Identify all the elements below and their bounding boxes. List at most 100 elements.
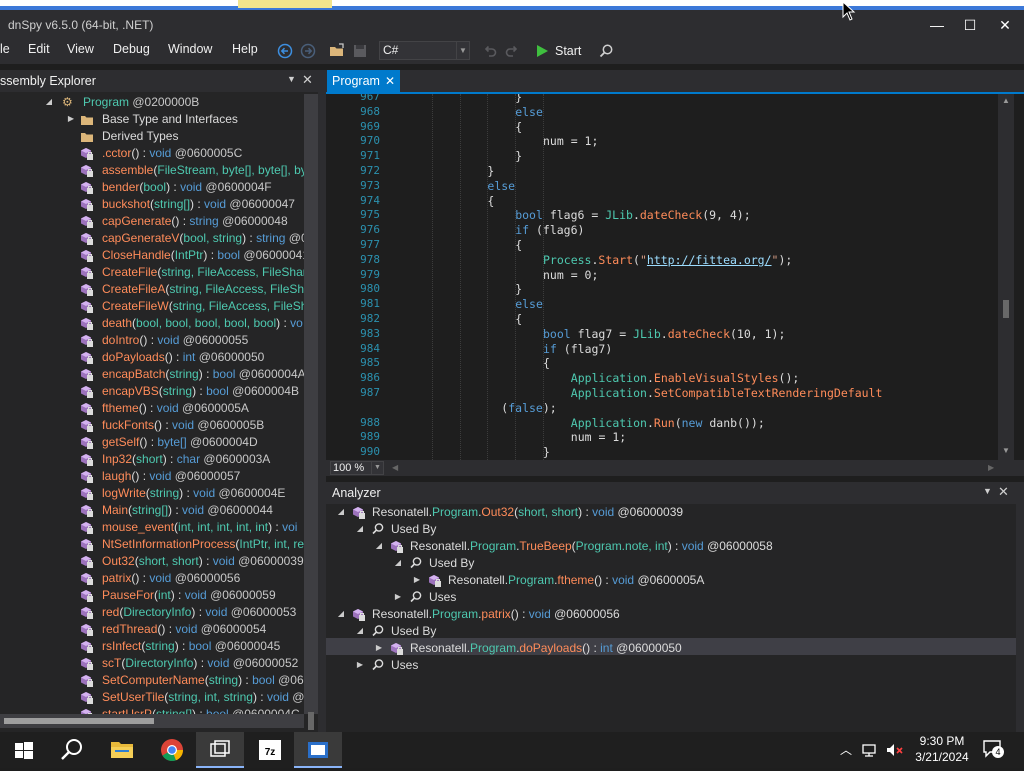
- collapse-icon[interactable]: ◢: [336, 609, 346, 619]
- tree-method[interactable]: redThread() : void @06000054: [0, 621, 304, 638]
- tree-method[interactable]: PauseFor(int) : void @06000059: [0, 587, 304, 604]
- tree-method[interactable]: startUsrP(string[]) : bool @0600004C: [0, 706, 304, 714]
- expand-icon[interactable]: ▶: [66, 114, 76, 124]
- analyzer-method-row[interactable]: ◢ Resonatell.Program.Out32(short, short) …: [326, 504, 1016, 521]
- save-icon[interactable]: [351, 42, 369, 60]
- search-icon[interactable]: [597, 42, 615, 60]
- tree-method[interactable]: SetUserTile(string, int, string) : void …: [0, 689, 304, 706]
- tree-method[interactable]: Inp32(short) : char @0600003A: [0, 451, 304, 468]
- tree-method[interactable]: patrix() : void @06000056: [0, 570, 304, 587]
- tree-method[interactable]: CreateFileW(string, FileAccess, FileSha: [0, 298, 304, 315]
- menu-view[interactable]: View: [67, 42, 94, 56]
- menu-help[interactable]: Help: [232, 42, 258, 56]
- tree-method[interactable]: encapVBS(string) : bool @0600004B: [0, 383, 304, 400]
- assembly-scroll-thumb[interactable]: [308, 712, 314, 730]
- tree-method[interactable]: logWrite(string) : void @0600004E: [0, 485, 304, 502]
- tree-method[interactable]: encapBatch(string) : bool @0600004A: [0, 366, 304, 383]
- tab-close-icon[interactable]: ✕: [385, 70, 395, 92]
- menu-file[interactable]: le: [0, 42, 10, 56]
- expand-icon[interactable]: ▶: [355, 660, 365, 670]
- panel-close-icon[interactable]: ✕: [998, 484, 1009, 500]
- panel-close-icon[interactable]: ✕: [302, 72, 313, 88]
- tree-method[interactable]: mouse_event(int, int, int, int, int) : v…: [0, 519, 304, 536]
- tree-method[interactable]: SetComputerName(string) : bool @06(: [0, 672, 304, 689]
- menu-window[interactable]: Window: [168, 42, 212, 56]
- tree-method[interactable]: capGenerateV(bool, string) : string @0: [0, 230, 304, 247]
- scroll-down-icon[interactable]: ▼: [1002, 446, 1010, 455]
- task-view-button[interactable]: [196, 732, 244, 768]
- tree-method[interactable]: scT(DirectoryInfo) : void @06000052: [0, 655, 304, 672]
- menu-debug[interactable]: Debug: [113, 42, 150, 56]
- collapse-icon[interactable]: ◢: [393, 558, 403, 568]
- scroll-right-icon[interactable]: ▶: [988, 463, 994, 472]
- scroll-left-icon[interactable]: ◀: [392, 463, 398, 472]
- redo-icon[interactable]: [503, 42, 521, 60]
- tree-method[interactable]: death(bool, bool, bool, bool, bool) : vo: [0, 315, 304, 332]
- tree-method[interactable]: CloseHandle(IntPtr) : bool @06000041: [0, 247, 304, 264]
- editor-scroll-thumb[interactable]: [1003, 300, 1009, 318]
- tree-method[interactable]: rsInfect(string) : bool @06000045: [0, 638, 304, 655]
- tree-folder[interactable]: ▶ Base Type and Interfaces: [0, 111, 304, 128]
- analyzer-group-row[interactable]: ◢ Used By: [326, 623, 1016, 640]
- collapse-icon[interactable]: ◢: [374, 541, 384, 551]
- tree-method[interactable]: fuckFonts() : void @0600005B: [0, 417, 304, 434]
- file-explorer-icon[interactable]: [98, 732, 146, 768]
- analyzer-group-row[interactable]: ▶ Uses: [326, 657, 1016, 674]
- forward-arrow-icon[interactable]: [299, 42, 317, 60]
- chrome-icon[interactable]: [148, 732, 196, 768]
- tree-method[interactable]: laugh() : void @06000057: [0, 468, 304, 485]
- analyzer-scrollbar[interactable]: [1016, 504, 1024, 732]
- undo-icon[interactable]: [481, 42, 499, 60]
- dnspy-taskbar-button[interactable]: [294, 732, 342, 768]
- tree-method[interactable]: Out32(short, short) : void @06000039: [0, 553, 304, 570]
- collapse-icon[interactable]: ◢: [336, 507, 346, 517]
- language-select[interactable]: C# ▼: [379, 41, 470, 60]
- start-debug-button[interactable]: Start: [533, 41, 583, 61]
- editor-vertical-scrollbar[interactable]: ▲ ▼: [998, 94, 1014, 460]
- zoom-select[interactable]: 100 % ▼: [330, 461, 384, 475]
- tree-method[interactable]: ftheme() : void @0600005A: [0, 400, 304, 417]
- analyzer-group-row[interactable]: ◢ Used By: [326, 555, 1016, 572]
- analyzer-group-row[interactable]: ◢ Used By: [326, 521, 1016, 538]
- tree-method[interactable]: red(DirectoryInfo) : void @06000053: [0, 604, 304, 621]
- maximize-button[interactable]: ☐: [955, 14, 985, 36]
- panel-menu-icon[interactable]: ▼: [983, 486, 992, 496]
- tree-method[interactable]: NtSetInformationProcess(IntPtr, int, re: [0, 536, 304, 553]
- clock-time[interactable]: 9:30 PM: [918, 734, 966, 749]
- tree-root-program[interactable]: ◢ ⚙ Program @0200000B: [0, 94, 304, 111]
- analyzer-method-row[interactable]: ◢ Resonatell.Program.patrix() : void @060…: [326, 606, 1016, 623]
- tree-method[interactable]: CreateFileA(string, FileAccess, FileShar: [0, 281, 304, 298]
- tree-method[interactable]: buckshot(string[]) : void @06000047: [0, 196, 304, 213]
- close-button[interactable]: ✕: [990, 14, 1020, 36]
- analyzer-group-row[interactable]: ▶ Uses: [326, 589, 1016, 606]
- expand-icon[interactable]: ▶: [393, 592, 403, 602]
- tree-method[interactable]: Main(string[]) : void @06000044: [0, 502, 304, 519]
- clock-date[interactable]: 3/21/2024: [912, 750, 972, 765]
- windows-start-icon[interactable]: [0, 732, 48, 768]
- expand-icon[interactable]: ▶: [374, 643, 384, 653]
- tree-method[interactable]: getSelf() : byte[] @0600004D: [0, 434, 304, 451]
- tree-method[interactable]: capGenerate() : string @06000048: [0, 213, 304, 230]
- assembly-hscroll-thumb[interactable]: [4, 718, 154, 724]
- search-icon[interactable]: [48, 732, 96, 768]
- back-arrow-icon[interactable]: [276, 42, 294, 60]
- scroll-up-icon[interactable]: ▲: [1002, 96, 1010, 105]
- tray-chevron-up-icon[interactable]: ︿: [840, 741, 852, 758]
- code-editor[interactable]: 967 968 969 970 971 972 973 974 975 976 977 978 979 9…: [326, 94, 1024, 460]
- tree-method[interactable]: bender(bool) : void @0600004F: [0, 179, 304, 196]
- analyzer-method-row[interactable]: ◢ Resonatell.Program.TrueBeep(Program.not…: [326, 538, 1016, 555]
- menu-edit[interactable]: Edit: [28, 42, 50, 56]
- 7zip-icon[interactable]: 7z: [246, 732, 294, 768]
- collapse-icon[interactable]: ◢: [355, 626, 365, 636]
- notification-center-button[interactable]: 4: [982, 739, 1004, 759]
- analyzer-method-row[interactable]: ▶ Resonatell.Program.doPayloads() : int @…: [326, 640, 1016, 657]
- tree-method[interactable]: .cctor() : void @0600005C: [0, 145, 304, 162]
- tree-method[interactable]: CreateFile(string, FileAccess, FileShare…: [0, 264, 304, 281]
- tree-method[interactable]: doIntro() : void @06000055: [0, 332, 304, 349]
- analyzer-method-row[interactable]: ▶ Resonatell.Program.ftheme() : void @060…: [326, 572, 1016, 589]
- minimize-button[interactable]: —: [922, 14, 952, 36]
- network-icon[interactable]: [861, 742, 879, 758]
- open-folder-icon[interactable]: [328, 42, 346, 60]
- tree-method[interactable]: doPayloads() : int @06000050: [0, 349, 304, 366]
- panel-splitter[interactable]: [318, 70, 326, 732]
